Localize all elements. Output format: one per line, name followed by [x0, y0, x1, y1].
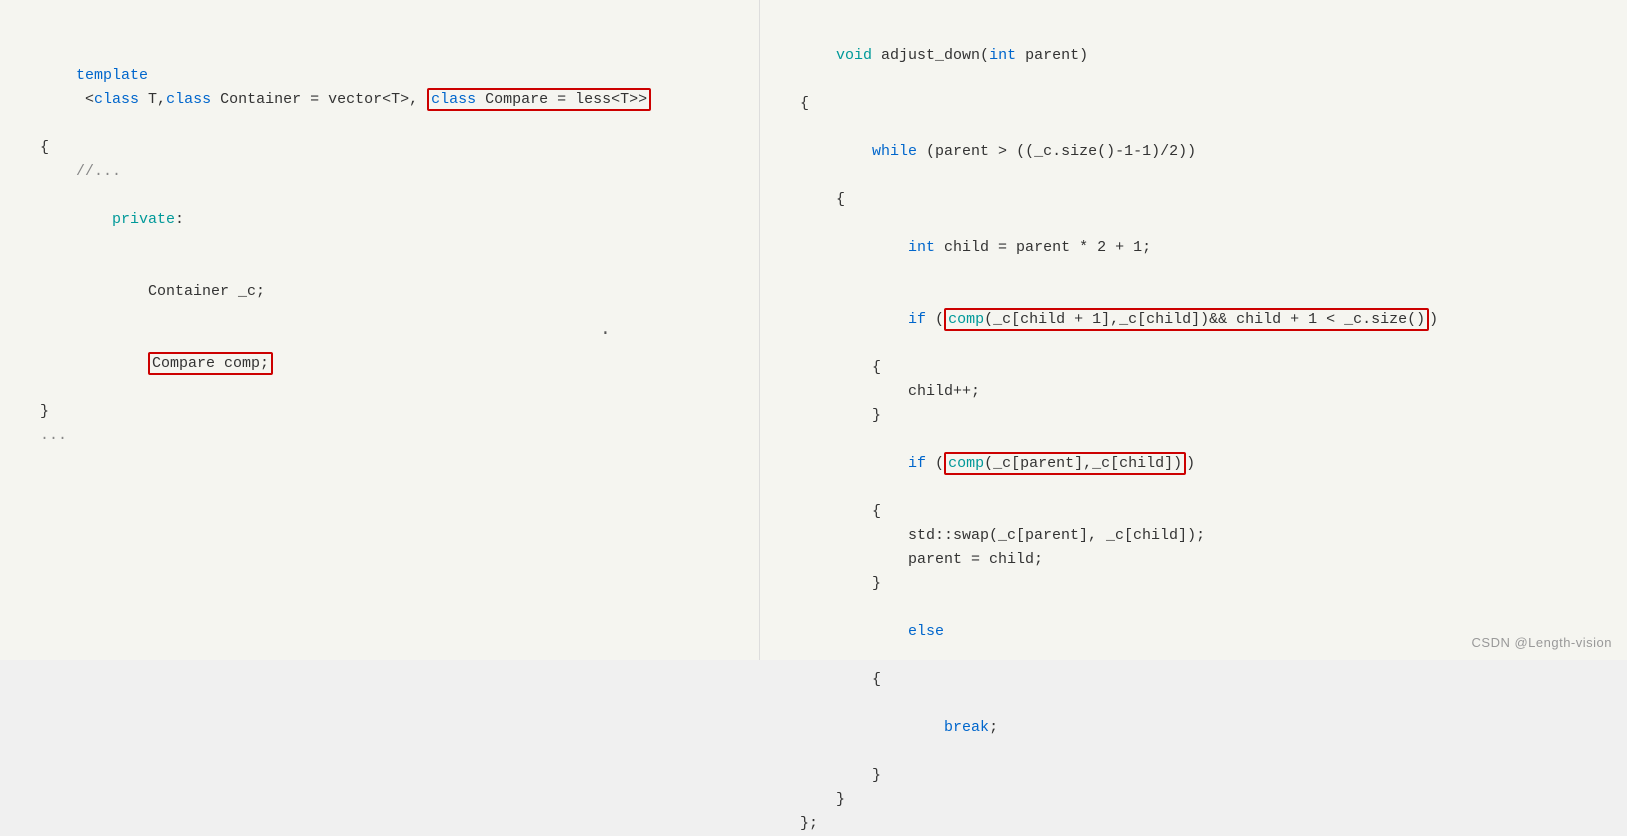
- code-line-r9: }: [800, 404, 1607, 428]
- code-line-r18: }: [800, 764, 1607, 788]
- right-code-panel: void adjust_down(int parent) { while (pa…: [760, 0, 1627, 660]
- code-line-r19: }: [800, 788, 1607, 812]
- code-line-r11: {: [800, 500, 1607, 524]
- code-line-compare-comp: Compare comp;: [40, 328, 739, 400]
- left-code-panel: template <class T,class Container = vect…: [0, 0, 760, 660]
- code-line-template: template <class T,class Container = vect…: [40, 40, 739, 136]
- code-line-r20: };: [800, 812, 1607, 836]
- code-line-int-child: int child = parent * 2 + 1;: [800, 212, 1607, 284]
- highlight-class-compare: class Compare = less<T>>: [427, 88, 651, 111]
- code-line-dots: ...: [40, 424, 739, 448]
- code-line-container: Container _c;: [40, 256, 739, 328]
- code-line-func-decl: void adjust_down(int parent): [800, 20, 1607, 92]
- highlight-comp1: comp(_c[child + 1],_c[child])&& child + …: [944, 308, 1429, 331]
- keyword-template: template: [76, 67, 148, 84]
- watermark: CSDN @Length-vision: [1472, 635, 1612, 650]
- code-line-else: else: [800, 596, 1607, 668]
- code-line-if-comp2: if (comp(_c[parent],_c[child])): [800, 428, 1607, 500]
- code-line-brace-open: {: [40, 136, 739, 160]
- code-line-comment: //...: [40, 160, 739, 184]
- code-line-child-plusplus: child++;: [800, 380, 1607, 404]
- code-line-swap: std::swap(_c[parent], _c[child]);: [800, 524, 1607, 548]
- code-line-r2: {: [800, 92, 1607, 116]
- code-line-while: while (parent > ((_c.size()-1-1)/2)): [800, 116, 1607, 188]
- separator-dot: .: [600, 320, 611, 340]
- highlight-comp2: comp(_c[parent],_c[child]): [944, 452, 1186, 475]
- highlight-compare-comp: Compare comp;: [148, 352, 273, 375]
- code-line-r7: {: [800, 356, 1607, 380]
- code-line-break: break;: [800, 692, 1607, 764]
- code-line-private: private:: [40, 184, 739, 256]
- code-line-parent-child: parent = child;: [800, 548, 1607, 572]
- code-line-r4: {: [800, 188, 1607, 212]
- code-line-r14: }: [800, 572, 1607, 596]
- code-line-if-comp1: if (comp(_c[child + 1],_c[child])&& chil…: [800, 284, 1607, 356]
- code-line-r16: {: [800, 668, 1607, 692]
- code-line-brace-close: }: [40, 400, 739, 424]
